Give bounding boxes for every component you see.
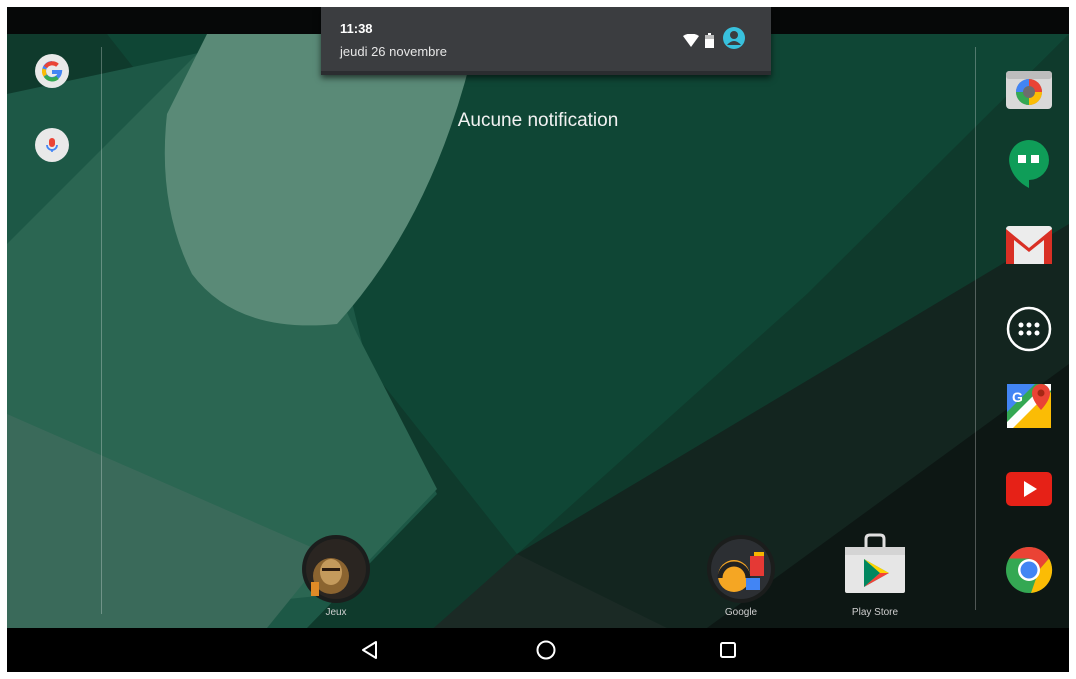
- workspace-divider-left: [101, 47, 102, 614]
- svg-text:G: G: [1012, 389, 1023, 405]
- back-button[interactable]: [350, 634, 390, 666]
- google-search-button[interactable]: [35, 54, 69, 88]
- google-g-icon: [42, 61, 63, 82]
- youtube-icon: [1006, 472, 1052, 506]
- google-folder-icon: [707, 535, 775, 603]
- maps-icon: G: [1007, 384, 1051, 428]
- play-store-icon: [845, 533, 905, 593]
- recents-icon: [720, 642, 736, 658]
- shade-divider: [321, 71, 771, 75]
- gmail-app[interactable]: [1003, 219, 1055, 271]
- app-label-google: Google: [724, 607, 758, 618]
- maps-app[interactable]: G: [1003, 380, 1055, 432]
- hangouts-app[interactable]: [1003, 137, 1055, 189]
- tablet-screen: 11:38 jeudi 26 novembre Aucune notificat…: [7, 7, 1069, 672]
- home-icon: [536, 640, 556, 660]
- app-label-play-store: Play Store: [851, 607, 899, 618]
- app-label-jeux: Jeux: [325, 607, 347, 618]
- voice-search-button[interactable]: [35, 128, 69, 162]
- home-button[interactable]: [526, 634, 566, 666]
- app-drawer-button[interactable]: [1003, 303, 1055, 355]
- microphone-icon: [46, 138, 58, 152]
- clock-time: 11:38: [340, 21, 373, 36]
- back-icon: [362, 641, 377, 659]
- battery-icon: [705, 33, 714, 48]
- jeux-folder-icon: [302, 535, 370, 603]
- app-drawer-icon: [1006, 306, 1052, 352]
- gmail-icon: [1006, 226, 1052, 264]
- no-notifications-text: Aucune notification: [457, 110, 619, 131]
- wifi-icon: [683, 34, 699, 47]
- youtube-app[interactable]: [1003, 463, 1055, 515]
- recents-button[interactable]: [708, 634, 748, 666]
- chrome-icon: [1006, 546, 1053, 593]
- jeux-folder[interactable]: [301, 534, 371, 604]
- notification-shade-header[interactable]: 11:38 jeudi 26 novembre: [321, 7, 771, 75]
- camera-icon: [1006, 71, 1052, 109]
- play-store-app[interactable]: [840, 529, 910, 599]
- camera-app[interactable]: [1003, 63, 1055, 115]
- hangouts-icon: [1009, 140, 1049, 188]
- navigation-bar: [7, 628, 1069, 672]
- chrome-app[interactable]: [1003, 544, 1055, 596]
- user-account-icon[interactable]: [723, 27, 745, 49]
- google-folder[interactable]: [706, 534, 776, 604]
- date-label[interactable]: jeudi 26 novembre: [340, 44, 447, 59]
